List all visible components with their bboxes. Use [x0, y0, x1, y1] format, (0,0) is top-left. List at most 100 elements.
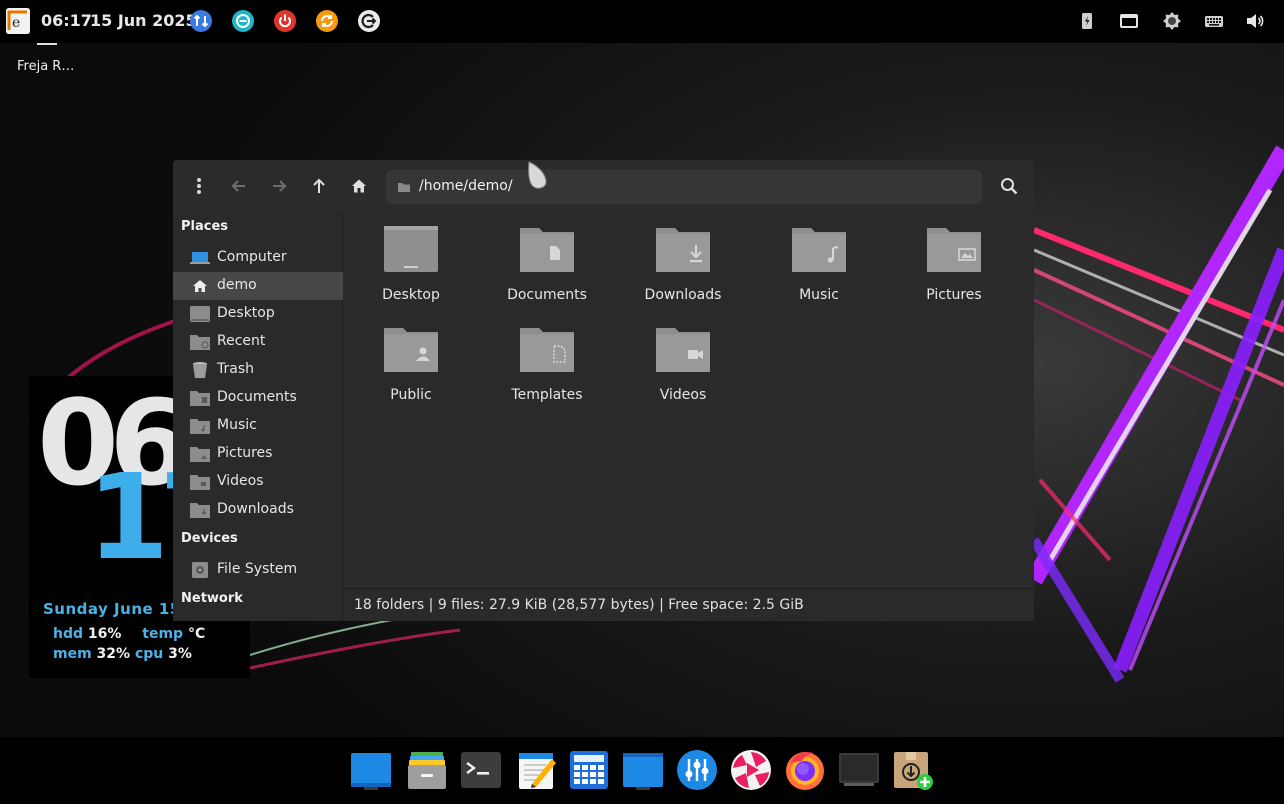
trash-icon — [189, 361, 211, 379]
folder-item[interactable]: Templates — [480, 314, 610, 410]
videos-folder-icon — [655, 324, 711, 374]
sidebar-item-label: demo — [217, 277, 257, 293]
sidebar-item-computer[interactable]: Computer — [173, 244, 343, 272]
minus-circle-icon[interactable] — [232, 10, 254, 32]
folder-item[interactable]: Videos — [616, 314, 746, 410]
location-path[interactable]: /home/demo/ — [419, 178, 513, 194]
conky-hdd-value: 16% — [87, 626, 122, 642]
file-manager-window: /home/demo/ Places Computer demo Desktop… — [173, 160, 1034, 621]
sidebar-item-pictures[interactable]: Pictures — [173, 440, 343, 468]
dock — [0, 737, 1284, 804]
up-arrow-icon[interactable] — [307, 174, 331, 198]
battery-icon[interactable] — [1077, 11, 1097, 31]
folder-pictures-icon — [189, 445, 211, 463]
home-icon[interactable] — [347, 174, 371, 198]
folder-downloads-icon — [189, 501, 211, 519]
sidebar-item-trash[interactable]: Trash — [173, 356, 343, 384]
brightness-icon[interactable] — [1162, 11, 1182, 31]
panel-clock-date[interactable]: 15 Jun 2025 — [90, 11, 197, 30]
status-text: 18 folders | 9 files: 27.9 KiB (28,577 b… — [354, 597, 804, 613]
network-transfer-icon[interactable] — [190, 10, 212, 32]
conky-cpu-label: cpu — [134, 646, 164, 662]
folder-item[interactable]: Documents — [480, 214, 610, 310]
downloads-folder-icon — [655, 224, 711, 274]
terminal-icon[interactable] — [460, 749, 502, 791]
sidebar-item-downloads[interactable]: Downloads — [173, 496, 343, 524]
sidebar-item-music[interactable]: Music — [173, 412, 343, 440]
show-desktop-icon[interactable] — [350, 749, 392, 791]
conky-mem-label: mem — [53, 646, 92, 662]
folder-item[interactable]: Public — [344, 314, 474, 410]
pictures-folder-icon — [926, 224, 982, 274]
volume-icon[interactable] — [1245, 11, 1265, 31]
folder-label: Music — [799, 287, 839, 303]
mouse-cursor-icon — [528, 161, 547, 189]
keyboard-icon[interactable] — [1204, 11, 1224, 31]
folder-label: Documents — [507, 287, 587, 303]
drive-icon — [189, 561, 211, 579]
display-icon[interactable] — [1119, 11, 1139, 31]
forward-arrow-icon[interactable] — [267, 174, 291, 198]
folder-view: Desktop Documents Downloads Music Pictur… — [344, 212, 1034, 588]
sidebar-item-videos[interactable]: Videos — [173, 468, 343, 496]
back-arrow-icon[interactable] — [227, 174, 251, 198]
text-editor-icon[interactable] — [516, 749, 558, 791]
screenshot-icon[interactable] — [622, 749, 664, 791]
folder-label: Public — [390, 387, 432, 403]
conky-date: Sunday June 15 — [43, 600, 181, 618]
sidebar-item-label: Music — [217, 417, 257, 433]
calculator-icon[interactable] — [568, 749, 610, 791]
menu-kebab-icon[interactable] — [187, 174, 211, 198]
file-manager-icon[interactable] — [406, 749, 448, 791]
power-icon[interactable] — [274, 10, 296, 32]
sidebar-item-label: File System — [217, 561, 298, 577]
search-icon[interactable] — [997, 174, 1021, 198]
app-launcher-icon[interactable]: e — [6, 8, 30, 34]
sidebar-heading-devices: Devices — [181, 531, 238, 546]
folder-label: Desktop — [382, 287, 440, 303]
sidebar-item-desktop[interactable]: Desktop — [173, 300, 343, 328]
conky-hdd-label: hdd — [53, 626, 84, 642]
refresh-icon[interactable] — [316, 10, 338, 32]
conky-row-disk: hdd 16% temp °C — [53, 626, 205, 642]
folder-icon — [398, 183, 410, 192]
folder-item[interactable]: Pictures — [887, 214, 1017, 310]
sidebar-heading-places: Places — [181, 219, 229, 234]
conky-row-mem: mem 32% cpu 3% — [53, 646, 192, 662]
computer-icon — [189, 249, 211, 267]
sidebar-item-label: Recent — [217, 333, 266, 349]
mixer-icon[interactable] — [676, 749, 718, 791]
sidebar-item-file-system[interactable]: File System — [173, 556, 343, 584]
sidebar-item-demo[interactable]: demo — [173, 272, 343, 300]
recent-icon — [189, 333, 211, 351]
media-player-icon[interactable] — [730, 749, 772, 791]
conky-mem-value: 32% — [96, 646, 131, 662]
desktop-icon — [189, 305, 211, 323]
desktop-entry-marker — [37, 43, 57, 45]
sidebar-item-recent[interactable]: Recent — [173, 328, 343, 356]
display-settings-icon[interactable] — [838, 749, 880, 791]
desktop-folder-icon — [383, 224, 439, 274]
svg-text:e: e — [12, 15, 20, 31]
folder-videos-icon — [189, 473, 211, 491]
public-folder-icon — [383, 324, 439, 374]
folder-item[interactable]: Downloads — [616, 214, 746, 310]
folder-item[interactable]: Music — [752, 214, 882, 310]
folder-label: Videos — [659, 387, 707, 403]
sidebar-item-label: Downloads — [217, 501, 294, 517]
firefox-icon[interactable] — [784, 749, 826, 791]
sidebar-heading-network[interactable]: Network — [181, 591, 243, 606]
location-bar[interactable]: /home/demo/ — [386, 170, 982, 204]
logout-icon[interactable] — [358, 10, 380, 32]
sidebar-item-label: Pictures — [217, 445, 273, 461]
desktop-entry-label[interactable]: Freja R… — [17, 59, 74, 74]
conky-temp-value: °C — [187, 626, 206, 642]
folder-item[interactable]: Desktop — [344, 214, 474, 310]
sidebar-item-documents[interactable]: Documents — [173, 384, 343, 412]
home-icon — [189, 277, 211, 295]
sidebar-item-label: Documents — [217, 389, 297, 405]
installer-icon[interactable] — [892, 749, 934, 791]
file-manager-header: /home/demo/ — [173, 160, 1034, 212]
conky-cpu-value: 3% — [168, 646, 192, 662]
panel-clock-time[interactable]: 06:17 — [41, 11, 92, 30]
